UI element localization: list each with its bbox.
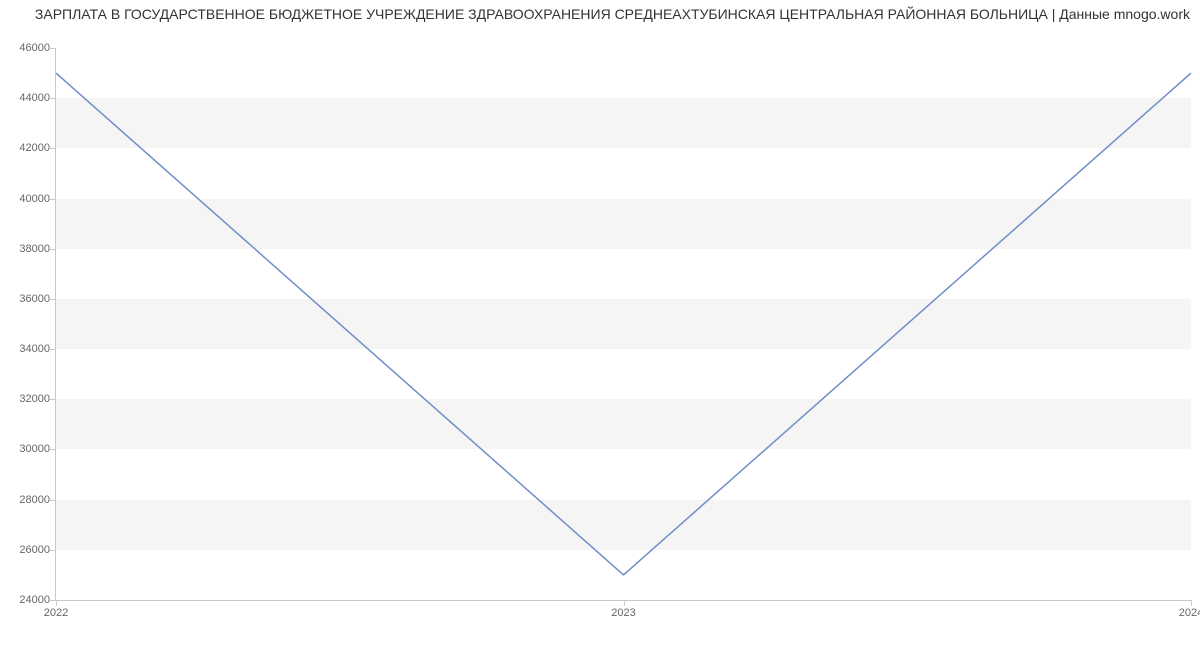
y-tick-label: 42000 <box>2 142 50 154</box>
y-tick <box>50 399 56 400</box>
y-tick <box>50 48 56 49</box>
y-tick <box>50 148 56 149</box>
x-tick-label: 2024 <box>1179 600 1200 619</box>
line-chart: ЗАРПЛАТА В ГОСУДАРСТВЕННОЕ БЮДЖЕТНОЕ УЧР… <box>0 0 1200 650</box>
y-tick-label: 28000 <box>2 494 50 506</box>
y-tick <box>50 449 56 450</box>
y-tick-label: 40000 <box>2 193 50 205</box>
y-tick <box>50 349 56 350</box>
y-tick <box>50 299 56 300</box>
y-tick <box>50 550 56 551</box>
y-tick-label: 34000 <box>2 343 50 355</box>
y-tick-label: 26000 <box>2 544 50 556</box>
plot-area: 202220232024 <box>55 48 1191 601</box>
y-tick <box>50 249 56 250</box>
chart-title: ЗАРПЛАТА В ГОСУДАРСТВЕННОЕ БЮДЖЕТНОЕ УЧР… <box>10 6 1190 22</box>
y-tick-label: 24000 <box>2 594 50 606</box>
y-tick-label: 30000 <box>2 443 50 455</box>
line-series <box>56 48 1191 600</box>
y-tick <box>50 199 56 200</box>
x-tick-label: 2023 <box>611 600 635 619</box>
y-tick-label: 46000 <box>2 42 50 54</box>
y-tick-label: 44000 <box>2 92 50 104</box>
y-tick-label: 32000 <box>2 393 50 405</box>
y-tick <box>50 500 56 501</box>
y-tick-label: 38000 <box>2 243 50 255</box>
y-tick <box>50 98 56 99</box>
y-tick-label: 36000 <box>2 293 50 305</box>
